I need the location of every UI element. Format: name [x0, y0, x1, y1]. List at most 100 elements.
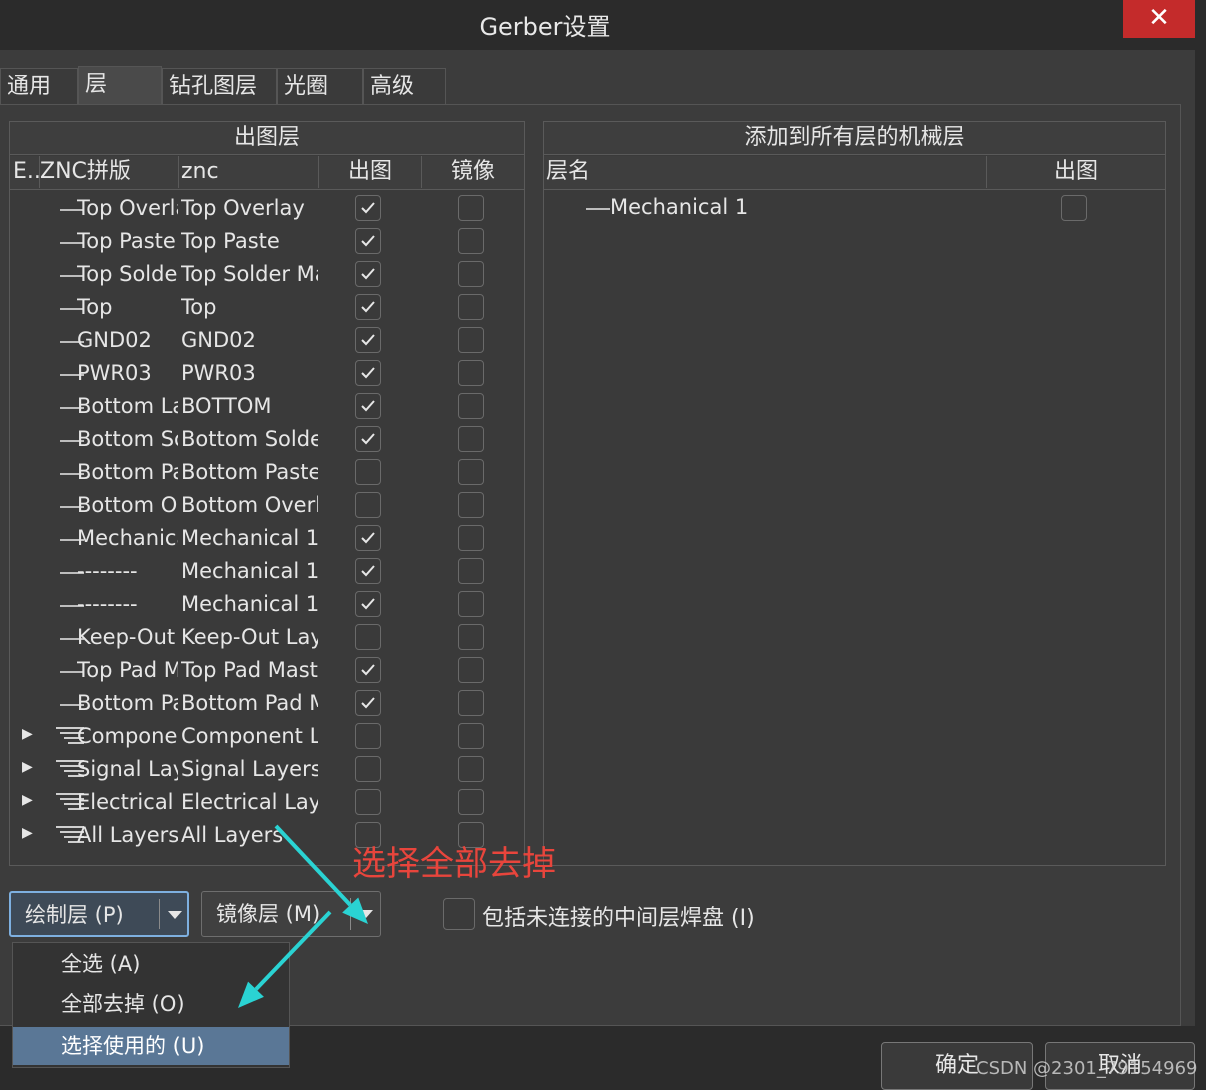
layer-row[interactable]: Keep-OutKeep-Out Laye [10, 622, 522, 655]
column-header-znc[interactable]: znc [179, 156, 319, 188]
layer-name: Top [77, 295, 113, 319]
layer-target: Top Pad Maste [181, 658, 318, 682]
menu-item-clear-all[interactable]: 全部去掉 (O) [13, 985, 289, 1023]
plot-checkbox[interactable] [355, 624, 381, 650]
mirror-checkbox[interactable] [458, 789, 484, 815]
mirror-checkbox[interactable] [458, 690, 484, 716]
mirror-checkbox[interactable] [458, 558, 484, 584]
column-header-plot[interactable]: 出图 [319, 156, 422, 188]
plot-checkbox[interactable] [355, 294, 381, 320]
watermark: CSDN @2301_79154969 [976, 1058, 1198, 1079]
plot-checkbox[interactable] [355, 492, 381, 518]
tab-advanced[interactable]: 高级 [363, 68, 446, 104]
plot-checkbox[interactable] [355, 723, 381, 749]
mirror-checkbox[interactable] [458, 756, 484, 782]
mirror-checkbox[interactable] [458, 723, 484, 749]
layer-row[interactable]: -------- Mechanical 13 [10, 556, 522, 589]
mechanical-plot-checkbox[interactable] [1061, 195, 1087, 221]
mirror-layers-dropdown[interactable]: 镜像层 (M) [201, 891, 381, 937]
plot-checkbox[interactable] [355, 657, 381, 683]
mirror-checkbox[interactable] [458, 261, 484, 287]
plot-checkbox[interactable] [355, 393, 381, 419]
plot-layers-dropdown[interactable]: 绘制层 (P) [9, 891, 189, 937]
layer-row[interactable]: Bottom OvBottom Overla [10, 490, 522, 523]
layer-row[interactable]: -------- Mechanical 15 [10, 589, 522, 622]
mirror-checkbox[interactable] [458, 492, 484, 518]
plot-checkbox[interactable] [355, 228, 381, 254]
column-header-enabled[interactable]: E... [10, 156, 40, 188]
layer-row[interactable]: Top Overla Top Overlay [10, 193, 522, 226]
mirror-checkbox[interactable] [458, 195, 484, 221]
title-bar: Gerber设置 ✕ [0, 0, 1206, 46]
plot-checkbox[interactable] [355, 195, 381, 221]
plot-checkbox[interactable] [355, 459, 381, 485]
mirror-checkbox[interactable] [458, 393, 484, 419]
tab-layers[interactable]: 层 [78, 66, 162, 104]
plot-checkbox[interactable] [355, 591, 381, 617]
plot-checkbox[interactable] [355, 690, 381, 716]
layer-target: Mechanical 1 [181, 526, 318, 550]
mirror-checkbox[interactable] [458, 426, 484, 452]
layer-row[interactable]: Bottom So Bottom Solder [10, 424, 522, 457]
tab-general[interactable]: 通用 [0, 68, 78, 104]
window-title: Gerber设置 [479, 13, 611, 41]
layer-name: Bottom Pa [77, 460, 178, 484]
layer-group-row[interactable]: ▶ Signal LayeSignal Layers [10, 754, 522, 787]
layer-row[interactable]: PWR03 PWR03 [10, 358, 522, 391]
layer-row[interactable]: Bottom La BOTTOM [10, 391, 522, 424]
plot-checkbox[interactable] [355, 426, 381, 452]
tab-apertures[interactable]: 光圈 [277, 68, 363, 104]
mirror-checkbox[interactable] [458, 360, 484, 386]
menu-item-select-used[interactable]: 选择使用的 (U) [13, 1027, 289, 1065]
layer-group-row[interactable]: ▶ Electrical LElectrical Layer [10, 787, 522, 820]
layer-row[interactable]: Top Paste Top Paste [10, 226, 522, 259]
plot-checkbox[interactable] [355, 558, 381, 584]
layer-target: Top Paste [181, 229, 280, 253]
expand-triangle-icon[interactable]: ▶ [22, 726, 33, 742]
menu-item-select-all[interactable]: 全选 (A) [13, 945, 289, 983]
column-header-layer-name[interactable]: 层名 [544, 156, 987, 188]
layer-row[interactable]: Bottom Pa Bottom Pad M [10, 688, 522, 721]
mirror-checkbox[interactable] [458, 327, 484, 353]
include-pads-checkbox[interactable] [443, 898, 475, 930]
column-header-znc-panel[interactable]: ZNC拼版 [40, 156, 179, 188]
plot-checkbox[interactable] [355, 789, 381, 815]
mirror-checkbox[interactable] [458, 459, 484, 485]
mirror-checkbox[interactable] [458, 525, 484, 551]
mirror-checkbox[interactable] [458, 657, 484, 683]
expand-triangle-icon[interactable]: ▶ [22, 792, 33, 808]
layer-row[interactable]: Top Pad M Top Pad Maste [10, 655, 522, 688]
plot-checkbox[interactable] [355, 525, 381, 551]
expand-triangle-icon[interactable]: ▶ [22, 825, 33, 841]
layer-target: Top [181, 295, 217, 319]
mirror-checkbox[interactable] [458, 624, 484, 650]
layer-name: PWR03 [77, 361, 152, 385]
mirror-checkbox[interactable] [458, 591, 484, 617]
layer-name: Signal Laye [77, 757, 178, 781]
chevron-down-icon[interactable] [359, 910, 373, 918]
expand-triangle-icon[interactable]: ▶ [22, 759, 33, 775]
mechanical-layer-row[interactable]: Mechanical 1 [544, 192, 1165, 225]
column-header-mirror[interactable]: 镜像 [422, 156, 524, 188]
plot-checkbox[interactable] [355, 756, 381, 782]
column-header-mech-plot[interactable]: 出图 [987, 156, 1165, 188]
layer-row[interactable]: GND02 GND02 [10, 325, 522, 358]
plot-checkbox[interactable] [355, 360, 381, 386]
layer-row[interactable]: Top Solde Top Solder Ma [10, 259, 522, 292]
layer-group-row[interactable]: ▶ ComponerComponent La [10, 721, 522, 754]
plot-checkbox[interactable] [355, 327, 381, 353]
layer-row[interactable]: Bottom Pa Bottom Paste [10, 457, 522, 490]
plot-checkbox[interactable] [355, 261, 381, 287]
layer-row[interactable]: MechanicaMechanical 1 [10, 523, 522, 556]
mechanical-layer-name: Mechanical 1 [610, 195, 749, 219]
layer-target: Bottom Solder [181, 427, 318, 451]
plot-layers-menu: 全选 (A) 全部去掉 (O) 选择使用的 (U) [12, 942, 290, 1068]
mirror-checkbox[interactable] [458, 228, 484, 254]
close-button[interactable]: ✕ [1123, 0, 1195, 38]
layer-row[interactable]: Top Top [10, 292, 522, 325]
chevron-down-icon[interactable] [168, 911, 182, 919]
tab-drill-drawing[interactable]: 钻孔图层 [162, 68, 277, 104]
layer-target: Bottom Overla [181, 493, 318, 517]
layer-name: Mechanica [77, 526, 178, 550]
mirror-checkbox[interactable] [458, 294, 484, 320]
